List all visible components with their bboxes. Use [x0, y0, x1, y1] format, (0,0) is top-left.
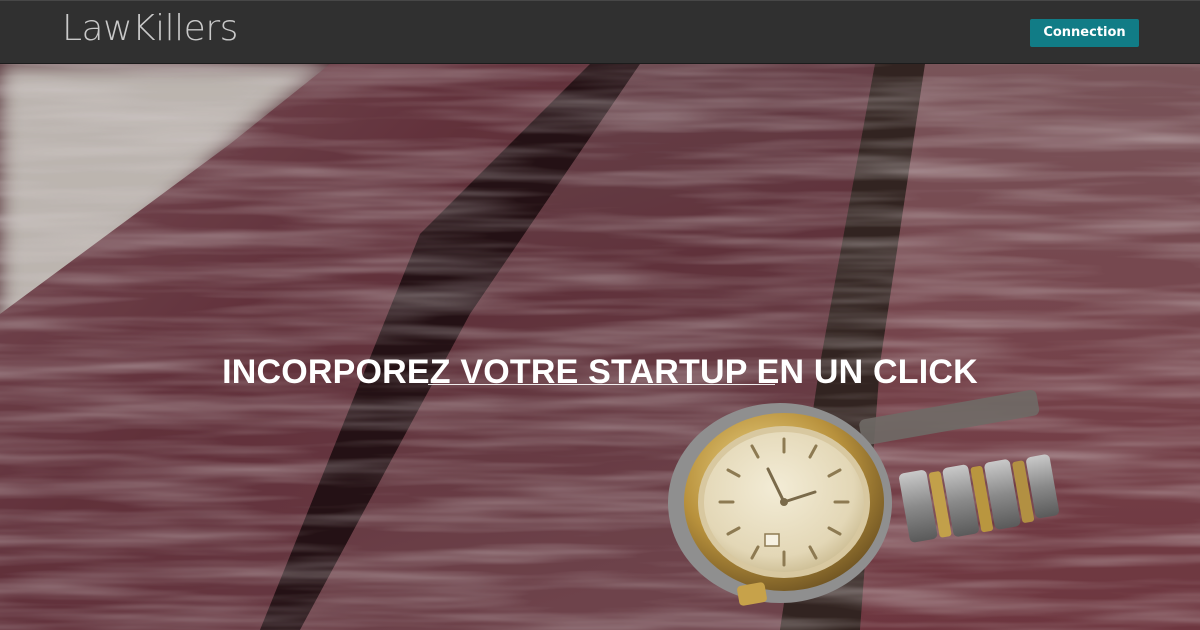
hero-background-image — [0, 64, 1200, 630]
hero-title: INCORPOREZ VOTRE STARTUP EN UN CLICK — [222, 352, 978, 391]
hero-divider — [428, 384, 775, 385]
hero-section: INCORPOREZ VOTRE STARTUP EN UN CLICK — [0, 64, 1200, 630]
top-navbar: LawKillers Connection — [0, 0, 1200, 64]
connection-button[interactable]: Connection — [1030, 19, 1139, 47]
brand-logo[interactable]: LawKillers — [62, 8, 238, 50]
